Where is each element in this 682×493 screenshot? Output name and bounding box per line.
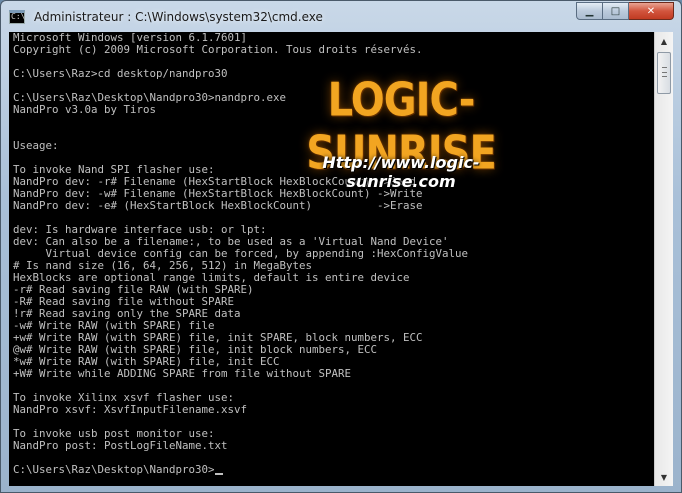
- console-line-text: NandPro v3.0a by Tiros: [13, 103, 157, 116]
- console-line: C:\Users\Raz\Desktop\Nandpro30>: [9, 464, 654, 476]
- console-line-text: NandPro xsvf: XsvfInputFilename.xsvf: [13, 403, 248, 416]
- maximize-button[interactable]: □: [603, 2, 629, 20]
- console-line-text: Copyright (c) 2009 Microsoft Corporation…: [13, 43, 423, 56]
- scroll-thumb[interactable]: [657, 52, 671, 94]
- window-title: Administrateur : C:\Windows\system32\cmd…: [34, 10, 323, 24]
- console-line: +W# Write while ADDING SPARE from file w…: [9, 368, 654, 380]
- cmd-app-icon[interactable]: C:\: [9, 10, 25, 24]
- close-button[interactable]: ✕: [629, 2, 674, 20]
- console-line-text: NandPro dev: -e# (HexStartBlock HexBlock…: [13, 199, 423, 212]
- cmd-window: C:\ Administrateur : C:\Windows\system32…: [0, 0, 682, 493]
- console-line: NandPro post: PostLogFileName.txt: [9, 440, 654, 452]
- vertical-scrollbar[interactable]: ▲ ▼: [654, 32, 673, 486]
- console-line: Copyright (c) 2009 Microsoft Corporation…: [9, 44, 654, 56]
- watermark-url: Http://www.logic-sunrise.com: [322, 153, 480, 191]
- scroll-up-arrow-icon[interactable]: ▲: [656, 33, 672, 49]
- console-line-text: C:\Users\Raz\Desktop\Nandpro30>: [13, 463, 215, 476]
- console-line: NandPro dev: -e# (HexStartBlock HexBlock…: [9, 200, 654, 212]
- console-line-text: +W# Write while ADDING SPARE from file w…: [13, 367, 352, 380]
- console-line-text: Useage:: [13, 139, 59, 152]
- text-cursor: [214, 473, 223, 475]
- console-line-text: C:\Users\Raz>cd desktop/nandpro30: [13, 67, 228, 80]
- console-line: NandPro xsvf: XsvfInputFilename.xsvf: [9, 404, 654, 416]
- scroll-down-arrow-icon[interactable]: ▼: [656, 469, 672, 485]
- title-bar[interactable]: C:\ Administrateur : C:\Windows\system32…: [1, 1, 681, 31]
- caption-buttons: ▁ □ ✕: [576, 2, 674, 20]
- thumb-grip-icon: [662, 67, 667, 77]
- watermark: LOGIC-SUNRISE Http://www.logic-sunrise.c…: [271, 73, 531, 191]
- console-line-text: NandPro post: PostLogFileName.txt: [13, 439, 228, 452]
- minimize-button[interactable]: ▁: [576, 2, 603, 20]
